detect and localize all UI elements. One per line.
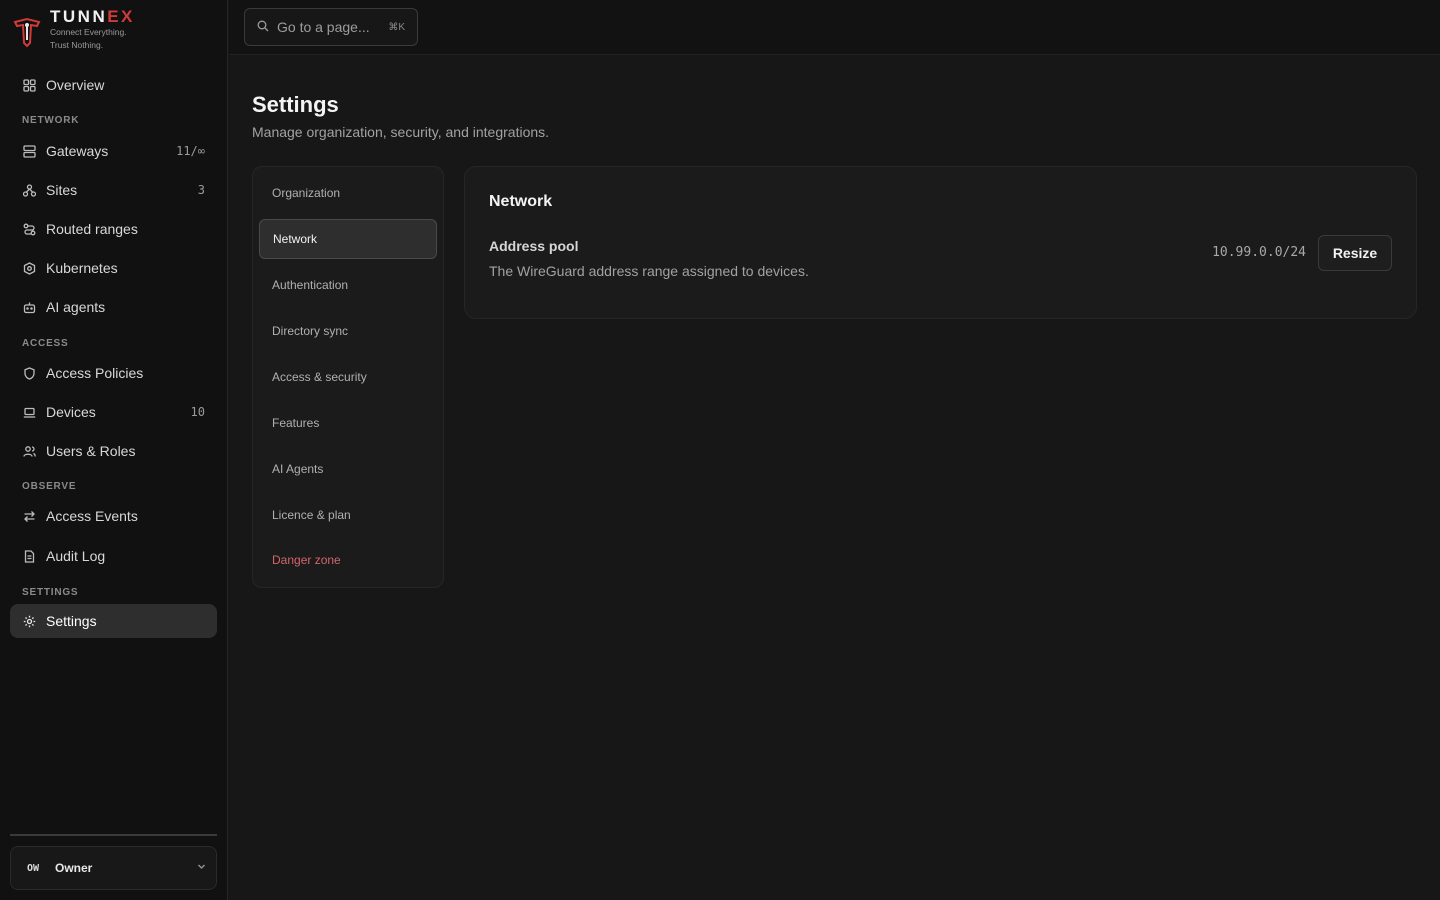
users-icon	[22, 444, 36, 458]
tab-network[interactable]: Network	[259, 219, 437, 259]
section-label-network: NETWORK	[22, 115, 80, 126]
panel-title: Network	[489, 193, 553, 210]
kubernetes-icon	[22, 261, 36, 275]
address-pool-description: The WireGuard address range assigned to …	[489, 263, 809, 279]
section-label-settings: SETTINGS	[22, 587, 79, 598]
page-title: Settings	[252, 92, 339, 117]
sidebar-item-gateways[interactable]: Gateways 11/∞	[10, 134, 217, 168]
search-placeholder: Go to a page...	[277, 19, 370, 35]
settings-nav: Organization Network Authentication Dire…	[252, 166, 444, 588]
sidebar-item-label: AI agents	[46, 299, 106, 315]
gateways-count: 11/∞	[176, 144, 205, 158]
tab-authentication[interactable]: Authentication	[259, 265, 437, 305]
tab-licence-plan[interactable]: Licence & plan	[259, 495, 437, 535]
sidebar-item-kubernetes[interactable]: Kubernetes	[10, 251, 217, 285]
sidebar-item-ai-agents[interactable]: AI agents	[10, 290, 217, 324]
grid-icon	[22, 78, 36, 92]
tab-ai-agents[interactable]: AI Agents	[259, 449, 437, 489]
brand-tagline-1: Connect Everything.	[50, 27, 127, 37]
sidebar-item-label: Users & Roles	[46, 443, 136, 459]
sidebar-item-label: Access Policies	[46, 365, 144, 381]
sidebar-item-sites[interactable]: Sites 3	[10, 173, 217, 207]
arrows-icon	[22, 509, 36, 523]
section-label-observe: OBSERVE	[22, 481, 77, 492]
sidebar-item-label: Access Events	[46, 508, 138, 524]
bot-icon	[22, 300, 36, 314]
sidebar-item-label: Overview	[46, 77, 105, 93]
section-label-access: ACCESS	[22, 338, 69, 349]
sidebar-item-label: Audit Log	[46, 548, 106, 564]
page-subtitle: Manage organization, security, and integ…	[252, 124, 550, 140]
sites-count: 3	[197, 183, 205, 197]
tab-directory-sync[interactable]: Directory sync	[259, 311, 437, 351]
sidebar: TUNNEX Connect Everything. Trust Nothing…	[0, 0, 228, 900]
avatar: OW	[26, 862, 40, 874]
search-input[interactable]: Go to a page... ⌘K	[244, 8, 418, 46]
sidebar-item-audit-log[interactable]: Audit Log	[10, 539, 217, 573]
sidebar-item-label: Sites	[46, 182, 78, 198]
main-content: Settings Manage organization, security, …	[229, 56, 1440, 900]
sidebar-item-settings[interactable]: Settings	[10, 604, 217, 638]
sidebar-item-users-roles[interactable]: Users & Roles	[10, 434, 217, 468]
tab-access-security[interactable]: Access & security	[259, 357, 437, 397]
network-panel: Network Address pool The WireGuard addre…	[464, 166, 1417, 319]
address-pool-label: Address pool	[489, 238, 579, 254]
sidebar-divider	[10, 834, 217, 836]
route-icon	[22, 222, 36, 236]
sidebar-item-label: Gateways	[46, 143, 109, 159]
sidebar-item-label: Routed ranges	[46, 221, 138, 237]
sidebar-item-access-policies[interactable]: Access Policies	[10, 356, 217, 390]
resize-button[interactable]: Resize	[1318, 235, 1392, 271]
sidebar-item-devices[interactable]: Devices 10	[10, 395, 217, 429]
owner-menu[interactable]: OW Owner	[10, 846, 217, 890]
chevron-down-icon	[197, 862, 206, 874]
devices-count: 10	[190, 405, 205, 419]
search-icon	[257, 19, 269, 35]
brand-tagline-2: Trust Nothing.	[50, 40, 104, 50]
server-icon	[22, 144, 36, 158]
sidebar-item-overview[interactable]: Overview	[10, 68, 217, 102]
sidebar-item-routed-ranges[interactable]: Routed ranges	[10, 212, 217, 246]
sidebar-item-access-events[interactable]: Access Events	[10, 499, 217, 533]
tab-danger-zone[interactable]: Danger zone	[259, 540, 437, 580]
sites-icon	[22, 183, 36, 197]
sidebar-item-label: Settings	[46, 613, 97, 629]
address-pool-value: 10.99.0.0/24	[1212, 245, 1306, 260]
tab-organization[interactable]: Organization	[259, 173, 437, 213]
owner-name: Owner	[55, 861, 93, 875]
tunnex-logo-icon	[13, 17, 41, 48]
document-icon	[22, 549, 36, 563]
laptop-icon	[22, 405, 36, 419]
shield-icon	[22, 366, 36, 380]
sidebar-item-label: Kubernetes	[46, 260, 118, 276]
gear-icon	[22, 614, 36, 628]
topbar: Go to a page... ⌘K	[229, 0, 1440, 55]
tab-features[interactable]: Features	[259, 403, 437, 443]
brand-name: TUNNEX	[50, 7, 135, 26]
brand[interactable]: TUNNEX Connect Everything. Trust Nothing…	[12, 8, 135, 56]
sidebar-item-label: Devices	[46, 404, 96, 420]
search-shortcut: ⌘K	[388, 21, 405, 33]
